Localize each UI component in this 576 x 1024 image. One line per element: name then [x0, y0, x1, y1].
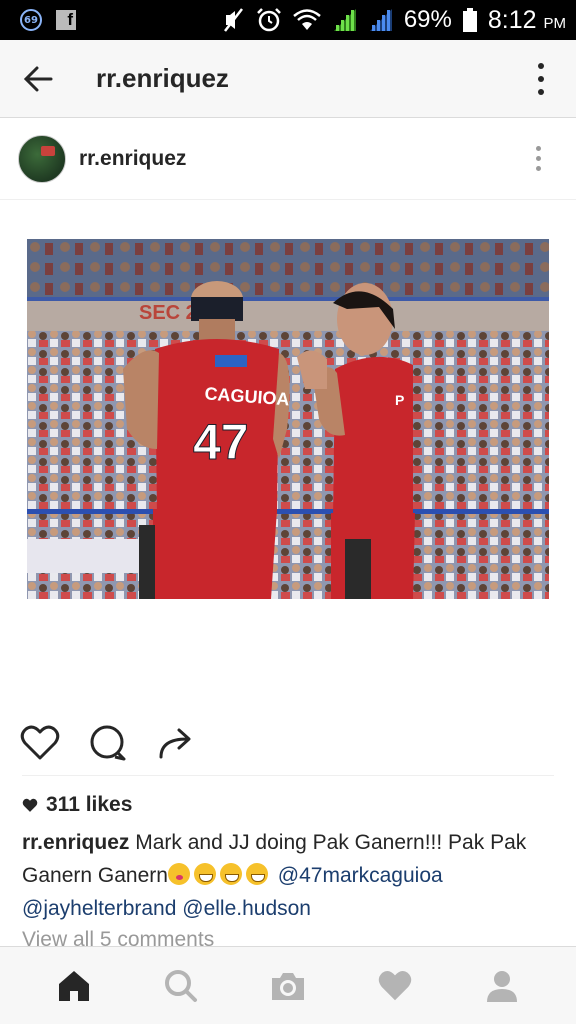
app-bar: rr.enriquez	[0, 40, 576, 118]
wifi-icon	[293, 9, 321, 30]
likes-label: 311 likes	[46, 793, 133, 816]
facebook-icon: f	[56, 10, 76, 30]
grinning-face-emoji-icon	[219, 863, 242, 885]
signal-green-icon	[333, 9, 356, 31]
post-header: rr.enriquez	[0, 118, 576, 200]
comment-bubble-icon	[90, 725, 126, 761]
clock-suffix: PM	[543, 14, 567, 32]
share-arrow-icon	[159, 728, 191, 759]
signal-blue-icon	[369, 9, 392, 31]
arrow-left-icon	[23, 66, 53, 91]
clock: 8:12 PM	[488, 6, 566, 35]
clock-time: 8:12	[487, 5, 537, 34]
camera-icon	[271, 972, 304, 1000]
nav-activity[interactable]	[365, 956, 425, 1016]
more-vertical-icon-dot	[535, 156, 541, 161]
page-title: rr.enriquez	[96, 63, 229, 93]
status-bar: 69 f 69% 8:12 PM	[0, 0, 576, 40]
nav-home[interactable]	[44, 956, 104, 1016]
battery-percent: 69%	[403, 6, 452, 33]
more-options-button[interactable]	[506, 40, 576, 118]
heart-outline-icon	[20, 725, 60, 760]
nav-profile[interactable]	[472, 956, 532, 1016]
heart-filled-icon	[22, 798, 38, 812]
mute-icon	[223, 8, 243, 32]
more-vertical-icon-dot	[535, 146, 541, 151]
nav-search[interactable]	[151, 956, 211, 1016]
comment-button[interactable]	[88, 718, 128, 768]
search-icon	[164, 969, 197, 1002]
post-caption: rr.enriquez Mark and JJ doing Pak Ganern…	[22, 826, 562, 925]
more-vertical-icon-dot	[538, 75, 544, 82]
right-jersey-letter: P	[395, 392, 404, 408]
post-username[interactable]: rr.enriquez	[79, 147, 186, 171]
likes-count[interactable]: 311 likes	[22, 793, 132, 817]
left-jersey-number: 47	[193, 414, 249, 470]
more-vertical-icon-dot	[538, 62, 544, 69]
nav-camera[interactable]	[258, 956, 318, 1016]
grinning-face-emoji-icon	[245, 863, 268, 885]
post-actions	[20, 718, 196, 768]
mention-link[interactable]: @elle.hudson	[182, 897, 311, 920]
mention-link[interactable]: @jayhelterbrand	[22, 897, 176, 920]
heart-icon	[378, 970, 412, 1000]
post-photo[interactable]: SEC 203 CAGUIOA 47 P	[27, 239, 549, 599]
like-button[interactable]	[20, 718, 60, 768]
grinning-face-emoji-icon	[193, 863, 216, 885]
more-vertical-icon-dot	[535, 166, 541, 171]
home-icon	[58, 970, 89, 1001]
back-button[interactable]	[0, 40, 76, 118]
divider	[22, 775, 554, 776]
more-vertical-icon-dot	[538, 88, 544, 95]
post-options-button[interactable]	[500, 146, 576, 171]
share-button[interactable]	[156, 718, 196, 768]
battery-icon	[462, 8, 477, 32]
avatar[interactable]	[18, 134, 66, 183]
mention-link[interactable]: @47markcaguioa	[278, 864, 443, 887]
profile-icon	[487, 970, 518, 1002]
bottom-navigation	[0, 946, 576, 1024]
notification-badge-icon: 69	[20, 9, 42, 31]
caption-username[interactable]: rr.enriquez	[22, 831, 129, 854]
kissing-face-emoji-icon	[167, 863, 190, 885]
alarm-icon	[256, 8, 281, 32]
